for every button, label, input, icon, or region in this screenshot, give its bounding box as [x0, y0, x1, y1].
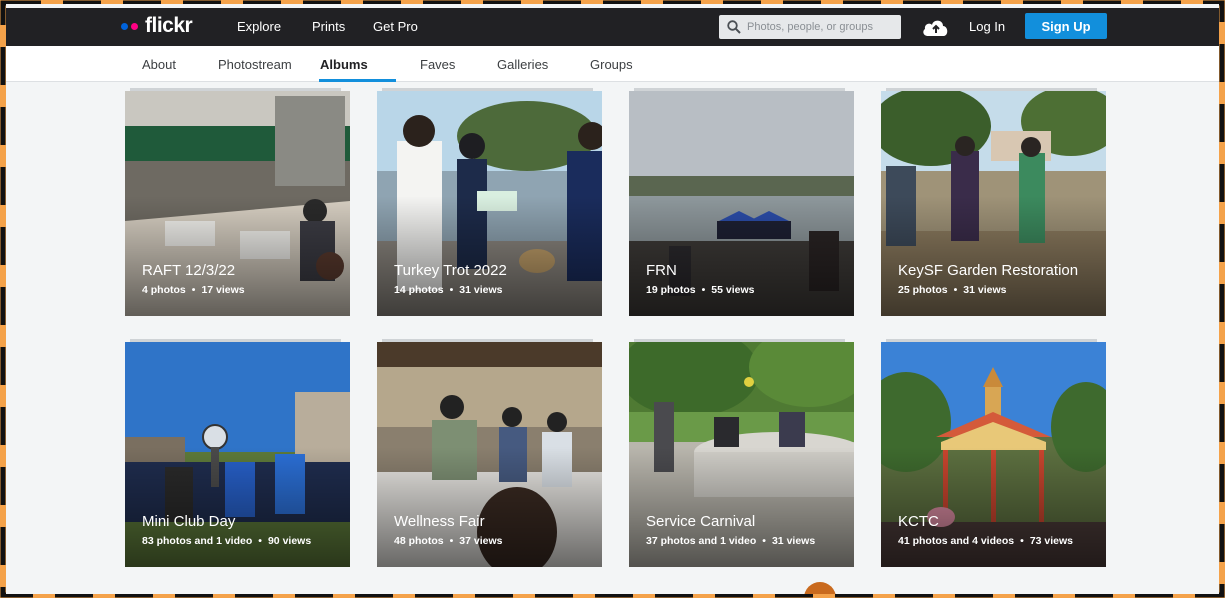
album-card-keysf-garden[interactable]: KeySF Garden Restoration 25 photos • 31 vi…: [881, 91, 1106, 316]
floating-avatar[interactable]: [804, 582, 836, 594]
search-box[interactable]: [719, 15, 901, 39]
signup-button[interactable]: Sign Up: [1025, 13, 1107, 39]
nav-explore[interactable]: Explore: [237, 19, 281, 34]
album-view-count: 73 views: [1029, 535, 1074, 547]
meta-separator: •: [191, 284, 196, 296]
album-overlay: [125, 196, 350, 316]
album-card-wellness-fair[interactable]: Wellness Fair 48 photos • 37 views: [377, 342, 602, 567]
album-view-count: 55 views: [711, 284, 755, 296]
album-title: KCTC: [898, 513, 939, 530]
album-meta: 14 photos • 31 views: [394, 284, 502, 296]
login-link[interactable]: Log In: [969, 19, 1005, 34]
album-card-frn[interactable]: FRN 19 photos • 55 views: [629, 91, 854, 316]
upload-cloud-icon[interactable]: [921, 16, 951, 38]
logo-blue-dot: [121, 22, 128, 30]
album-title: RAFT 12/3/22: [142, 262, 236, 279]
meta-separator: •: [953, 284, 958, 296]
album-meta: 41 photos and 4 videos • 73 views: [898, 535, 1073, 547]
meta-separator: •: [449, 284, 454, 296]
tab-groups[interactable]: Groups: [590, 57, 633, 72]
album-photo-count: 25 photos: [898, 284, 948, 296]
meta-separator: •: [1020, 535, 1024, 547]
album-photo-count: 48 photos: [394, 535, 444, 547]
album-view-count: 31 views: [771, 535, 816, 547]
active-tab-indicator: [319, 79, 396, 82]
album-card-service-carnival[interactable]: Service Carnival 37 photos and 1 video • 3…: [629, 342, 854, 567]
nav-get-pro[interactable]: Get Pro: [373, 19, 418, 34]
album-meta: 25 photos • 31 views: [898, 284, 1006, 296]
album-meta: 4 photos • 17 views: [142, 284, 245, 296]
album-photo-count: 19 photos: [646, 284, 696, 296]
album-title: FRN: [646, 262, 677, 279]
meta-separator: •: [762, 535, 766, 547]
album-overlay: [377, 447, 602, 567]
meta-separator: •: [701, 284, 706, 296]
tab-faves[interactable]: Faves: [420, 57, 455, 72]
album-photo-count: 83 photos and 1 video: [142, 535, 253, 547]
album-view-count: 37 views: [459, 535, 503, 547]
flickr-logo[interactable]: flickr: [121, 14, 193, 37]
meta-separator: •: [258, 535, 262, 547]
album-title: Wellness Fair: [394, 513, 485, 530]
album-card-raft[interactable]: RAFT 12/3/22 4 photos • 17 views: [125, 91, 350, 316]
album-meta: 48 photos • 37 views: [394, 535, 502, 547]
album-card-kctc[interactable]: KCTC 41 photos and 4 videos • 73 views: [881, 342, 1106, 567]
album-view-count: 31 views: [459, 284, 503, 296]
album-overlay: [629, 447, 854, 567]
album-view-count: 90 views: [267, 535, 312, 547]
album-photo-count: 37 photos and 1 video: [646, 535, 757, 547]
search-input[interactable]: [747, 21, 892, 33]
top-navigation-bar: flickr Explore Prints Get Pro Log In Sig…: [6, 8, 1219, 46]
album-meta: 19 photos • 55 views: [646, 284, 754, 296]
album-title: Turkey Trot 2022: [394, 262, 507, 279]
profile-subnav: About Photostream Albums Faves Galleries…: [6, 46, 1219, 82]
album-overlay: [881, 196, 1106, 316]
album-meta: 37 photos and 1 video • 31 views: [646, 535, 815, 547]
album-title: Mini Club Day: [142, 513, 236, 530]
logo-pink-dot: [131, 22, 138, 30]
tab-galleries[interactable]: Galleries: [497, 57, 548, 72]
album-meta: 83 photos and 1 video • 90 views: [142, 535, 311, 547]
album-photo-count: 14 photos: [394, 284, 444, 296]
album-view-count: 31 views: [963, 284, 1007, 296]
logo-text: flickr: [145, 14, 193, 37]
album-title: KeySF Garden Restoration: [898, 262, 1079, 279]
album-photo-count: 4 photos: [142, 284, 186, 296]
album-card-mini-club-day[interactable]: Mini Club Day 83 photos and 1 video • 90 v…: [125, 342, 350, 567]
flickr-page: flickr Explore Prints Get Pro Log In Sig…: [6, 4, 1219, 594]
album-overlay: [881, 447, 1106, 567]
nav-prints[interactable]: Prints: [312, 19, 345, 34]
tab-albums[interactable]: Albums: [320, 57, 368, 72]
album-view-count: 17 views: [201, 284, 245, 296]
search-icon: [727, 20, 741, 34]
album-title: Service Carnival: [646, 513, 756, 530]
tab-about[interactable]: About: [142, 57, 176, 72]
album-overlay: [377, 196, 602, 316]
tab-photostream[interactable]: Photostream: [218, 57, 292, 72]
album-card-turkey-trot[interactable]: Turkey Trot 2022 14 photos • 31 views: [377, 91, 602, 316]
meta-separator: •: [449, 535, 454, 547]
album-overlay: [629, 196, 854, 316]
album-overlay: [125, 447, 350, 567]
album-photo-count: 41 photos and 4 videos: [898, 535, 1015, 547]
